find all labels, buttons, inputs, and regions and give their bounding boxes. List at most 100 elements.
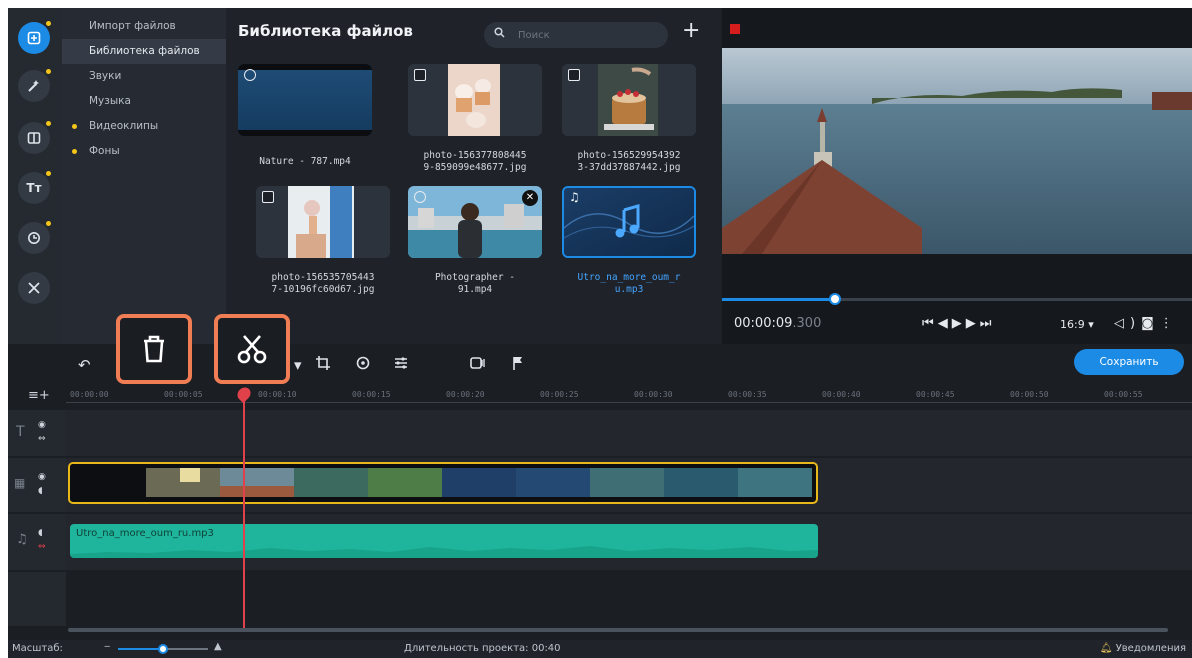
titles-icon[interactable]: Tт [18,171,51,204]
tools-glyph [28,282,40,294]
ruler-tick: 00:00:10 [258,390,297,399]
zoom-out-icon[interactable]: ‒ [104,641,110,652]
audio-track-header: ♫ ◖ ⇔ [8,514,66,570]
new-bullet [72,149,77,154]
preview-tools: ◁)◙⋮ [1114,316,1179,331]
app-window: Tт Импорт файлов Библиотека файлов Звуки… [8,8,1192,658]
tools-icon[interactable] [18,272,50,304]
file-thumbnail[interactable] [562,64,696,136]
title-track-header: T ◉ ⇔ [8,410,66,456]
visibility-icon[interactable]: ◉ [38,472,46,482]
add-file-button[interactable]: + [682,18,700,43]
link-icon[interactable]: ⇔ [38,434,46,444]
playhead[interactable] [243,390,245,630]
audio-clip[interactable]: Utro_na_more_oum_ru.mp3 [70,524,818,558]
marker-flag-icon[interactable] [512,356,524,374]
file-thumbnail[interactable]: ✕ [408,186,542,258]
clip-filmstrip [70,464,815,501]
snapshot-icon[interactable]: ◙ [1141,316,1160,331]
file-thumbnail[interactable] [238,64,372,136]
dropdown-arrow-icon[interactable]: ▾ [294,356,302,374]
category-import[interactable]: Импорт файлов [62,14,226,39]
category-list: Импорт файлов Библиотека файлов Звуки Му… [62,8,226,344]
zoom-slider[interactable] [118,644,208,654]
ruler-tick: 00:00:20 [446,390,485,399]
search-input[interactable] [518,26,658,44]
time-ruler[interactable]: 00:00:00 00:00:05 00:00:10 00:00:15 00:0… [66,386,1192,406]
file-caption: photo-156377808445 9-859099e48677.jpg [400,150,550,174]
image-type-icon [568,69,580,81]
category-sounds[interactable]: Звуки [62,64,226,89]
step-back-icon[interactable]: ◀ [938,316,952,331]
category-videoclips[interactable]: Видеоклипы [62,114,226,139]
step-forward-icon[interactable]: ▶ [966,316,980,331]
video-type-icon [414,191,426,203]
file-thumbnail-selected[interactable]: ♫ [562,186,696,258]
zoom-knob[interactable] [158,644,168,654]
skip-start-icon[interactable]: ⏮ [922,316,938,331]
scrubber-knob[interactable] [828,293,841,305]
file-caption-line: photo-156535705443 [271,272,375,283]
preview-player: 00:00:09.300 ⏮◀▶▶⏭ 16:9 ▾ ◁)◙⋮ [722,8,1192,344]
category-backgrounds[interactable]: Фоны [62,139,226,164]
search-box[interactable] [484,22,668,48]
add-track-icon[interactable]: ≡+ [28,388,50,403]
more-icon[interactable]: ⋮ [1160,316,1179,331]
link-icon[interactable]: ⇔ [38,542,46,552]
speed-icon[interactable] [356,356,370,374]
file-caption: Nature - 787.mp4 [259,156,351,167]
filters-icon[interactable] [18,69,51,102]
preview-scrubber[interactable] [722,293,1192,305]
file-caption-line: 9-859099e48677.jpg [423,162,527,173]
category-music[interactable]: Музыка [62,89,226,114]
file-caption-line: 7-10196fc60d67.jpg [271,284,375,295]
import-icon[interactable] [18,21,51,54]
image-thumbnail-image [408,64,542,136]
clip-properties-icon[interactable] [394,356,408,374]
notifications-label: Уведомления [1115,643,1186,654]
category-label: Фоны [89,145,120,157]
visibility-icon[interactable]: ◉ [38,420,46,430]
audio-clip-label: Utro_na_more_oum_ru.mp3 [76,528,214,539]
transitions-glyph [27,132,41,144]
video-clip[interactable] [68,462,818,504]
mute-icon[interactable]: ◖ [38,528,43,538]
audio-thumbnail-image [564,188,694,256]
timeline-scrollbar[interactable] [68,628,1168,632]
play-icon[interactable]: ▶ [952,316,966,331]
file-library: Библиотека файлов + Nature - 787.mp4 [226,8,720,344]
aspect-ratio-dropdown[interactable]: 16:9 ▾ [1060,318,1094,331]
audio-properties-icon[interactable] [470,356,486,374]
file-thumbnail[interactable] [408,64,542,136]
crop-icon[interactable] [316,356,330,374]
file-thumbnail[interactable] [256,186,390,258]
mute-icon[interactable]: ◖ [38,486,43,496]
skip-end-icon[interactable]: ⏭ [980,316,996,331]
stickers-icon[interactable] [18,221,51,254]
ruler-tick: 00:00:50 [1010,390,1049,399]
new-bullet [72,124,77,129]
timeline-panel: ↶ ▾ Сохранить ≡+ 00:00:00 00:00:05 00:00… [8,344,1192,640]
ruler-tick: 00:00:45 [916,390,955,399]
zoom-in-icon[interactable]: ▲ [214,641,222,652]
video-track-icon: ▦ [14,476,26,490]
title-track[interactable] [66,410,1192,456]
save-button[interactable]: Сохранить [1074,349,1184,375]
file-caption-line: 3-37dd37887442.jpg [577,162,681,173]
clock-glyph [28,232,40,244]
split-button[interactable] [214,314,290,384]
title-track-icon: T [16,424,25,440]
undo-icon[interactable]: ↶ [78,356,91,374]
time-milliseconds: .300 [792,316,822,331]
delete-button[interactable] [116,314,192,384]
video-thumbnail-image [238,64,372,136]
preview-video[interactable] [722,48,1192,254]
notifications-button[interactable]: 🔔︎ Уведомления [1100,643,1186,654]
transitions-icon[interactable] [18,121,51,154]
file-caption-line: 91.mp4 [457,284,493,295]
volume-icon[interactable]: ◁) [1114,316,1141,331]
remove-file-button[interactable]: ✕ [522,190,538,206]
ruler-tick: 00:00:55 [1104,390,1143,399]
new-dot [46,21,51,26]
category-library[interactable]: Библиотека файлов [62,39,226,64]
